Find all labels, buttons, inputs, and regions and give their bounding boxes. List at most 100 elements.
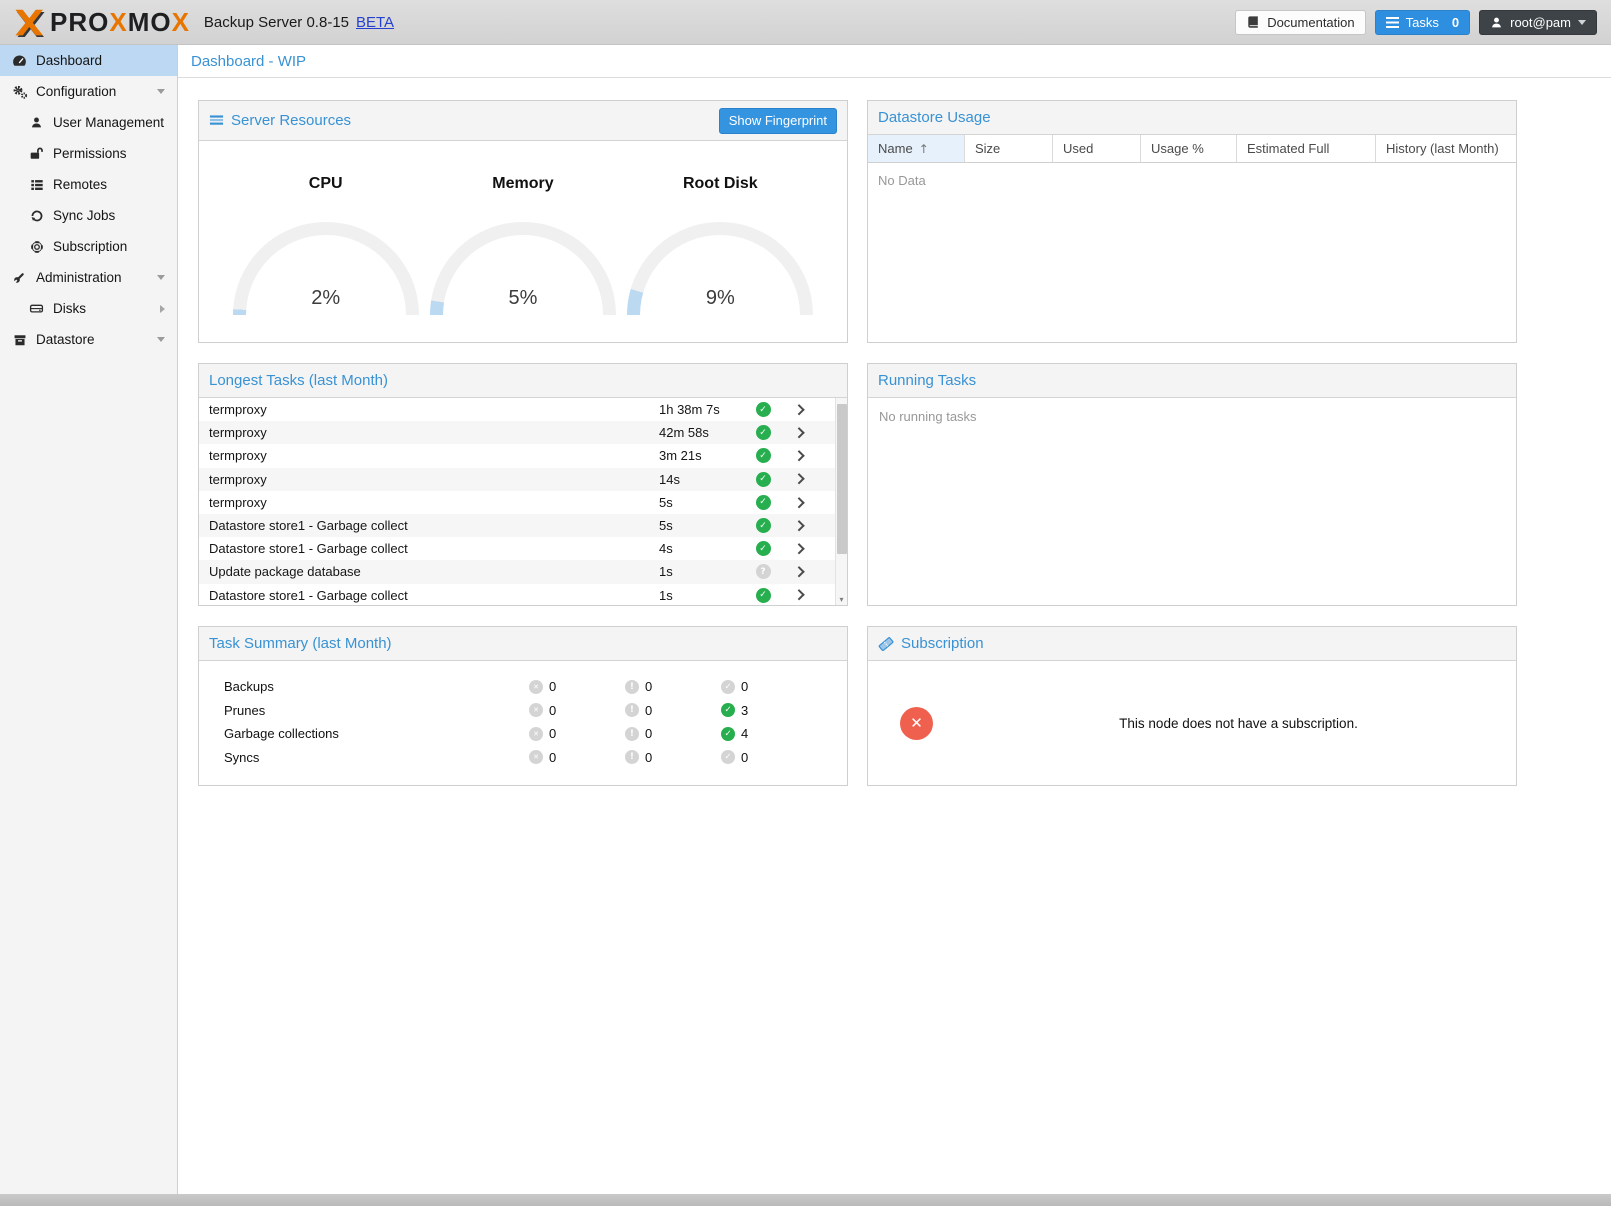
task-row[interactable]: Datastore store1 - Garbage collect5s [199, 514, 835, 537]
unlock-icon [27, 146, 46, 161]
proxmox-logo: PROXMOX [10, 7, 190, 38]
task-status-icon [756, 564, 771, 579]
longest-tasks-panel: Longest Tasks (last Month) termproxy1h 3… [198, 363, 848, 606]
task-row[interactable]: termproxy42m 58s [199, 421, 835, 444]
tasks-count-badge: 0 [1452, 15, 1459, 30]
ok-count-icon [721, 727, 735, 741]
chevron-right-icon[interactable] [794, 474, 805, 485]
summary-row-syncs: Syncs 0 0 0 [199, 746, 847, 770]
panel-title: Subscription [901, 635, 984, 652]
longest-tasks-header: Longest Tasks (last Month) [199, 364, 847, 398]
chevron-right-icon[interactable] [794, 427, 805, 438]
scrollbar-thumb[interactable] [837, 404, 847, 554]
task-status-icon [756, 588, 771, 603]
chevron-right-icon[interactable] [794, 520, 805, 531]
warning-count-icon [625, 727, 639, 741]
scrollbar[interactable]: ▾ [835, 398, 847, 605]
chevron-right-icon[interactable] [794, 590, 805, 601]
task-summary-header: Task Summary (last Month) [199, 627, 847, 661]
sidebar-item-sync-jobs[interactable]: Sync Jobs [0, 200, 177, 231]
window-bottom-edge [0, 1194, 1611, 1206]
chevron-right-icon[interactable] [160, 305, 165, 313]
subscription-header: Subscription [868, 627, 1516, 661]
column-header-history[interactable]: History (last Month) [1376, 135, 1516, 162]
task-status-icon [756, 425, 771, 440]
tachometer-icon [10, 53, 29, 68]
task-row[interactable]: termproxy1h 38m 7s [199, 398, 835, 421]
chevron-right-icon[interactable] [794, 543, 805, 554]
product-version-label: Backup Server 0.8-15 [204, 14, 349, 31]
documentation-button[interactable]: Documentation [1235, 10, 1365, 35]
root-disk-gauge: Root Disk 9% [627, 175, 813, 315]
gears-icon [10, 84, 29, 100]
task-status-icon [756, 472, 771, 487]
sidebar-item-dashboard[interactable]: Dashboard [0, 45, 177, 76]
datastore-usage-table-header: Name↑ Size Used Usage % Estimated Full H… [868, 135, 1516, 163]
column-header-estimated-full[interactable]: Estimated Full [1237, 135, 1376, 162]
root-disk-gauge-value: 9% [627, 287, 813, 310]
sidebar-item-user-management[interactable]: User Management [0, 107, 177, 138]
warning-count-icon [625, 750, 639, 764]
task-status-icon [756, 402, 771, 417]
column-header-used[interactable]: Used [1053, 135, 1141, 162]
column-header-size[interactable]: Size [965, 135, 1053, 162]
ok-count-icon [721, 703, 735, 717]
task-row[interactable]: termproxy14s [199, 468, 835, 491]
sidebar-item-configuration[interactable]: Configuration [0, 76, 177, 107]
book-icon [1246, 15, 1260, 29]
task-status-icon [756, 495, 771, 510]
top-header: PROXMOX Backup Server 0.8-15 BETA Docume… [0, 0, 1611, 45]
error-count-icon [529, 680, 543, 694]
scrollbar-down-arrow[interactable]: ▾ [836, 595, 847, 605]
column-header-usage-pct[interactable]: Usage % [1141, 135, 1237, 162]
warning-count-icon [625, 680, 639, 694]
chevron-down-icon[interactable] [157, 337, 165, 342]
error-count-icon [529, 750, 543, 764]
task-row[interactable]: Update package database1s [199, 560, 835, 583]
sidebar-item-datastore[interactable]: Datastore [0, 324, 177, 355]
task-row[interactable]: Datastore store1 - Garbage collect4s [199, 537, 835, 560]
column-header-name[interactable]: Name↑ [868, 135, 965, 162]
ticket-icon [878, 636, 894, 652]
sidebar-item-subscription[interactable]: Subscription [0, 231, 177, 262]
ok-count-icon [721, 750, 735, 764]
proxmox-backup-dashboard: PROXMOX Backup Server 0.8-15 BETA Docume… [0, 0, 1611, 1206]
summary-row-prunes: Prunes 0 0 3 [199, 699, 847, 723]
sidebar-item-disks[interactable]: Disks [0, 293, 177, 324]
chevron-right-icon[interactable] [794, 404, 805, 415]
proxmox-x-logo-icon [10, 8, 46, 37]
main-content: Server Resources Show Fingerprint CPU 2%… [178, 78, 1611, 1206]
task-row[interactable]: termproxy3m 21s [199, 444, 835, 467]
running-tasks-panel: Running Tasks No running tasks [867, 363, 1517, 606]
summary-row-garbage-collections: Garbage collections 0 0 4 [199, 722, 847, 746]
user-menu-button[interactable]: root@pam [1479, 10, 1597, 35]
no-data-text: No Data [868, 163, 1516, 188]
sort-ascending-icon: ↑ [919, 142, 929, 156]
wrench-icon [10, 270, 29, 285]
logo-wordmark: PROXMOX [50, 7, 190, 38]
server-resources-header: Server Resources Show Fingerprint [199, 101, 847, 141]
memory-gauge: Memory 5% [430, 175, 616, 315]
panel-title: Running Tasks [878, 372, 976, 389]
chevron-down-icon[interactable] [157, 275, 165, 280]
life-ring-icon [27, 240, 46, 254]
show-fingerprint-button[interactable]: Show Fingerprint [719, 108, 837, 134]
task-status-icon [756, 448, 771, 463]
chevron-down-icon[interactable] [157, 89, 165, 94]
chevron-right-icon[interactable] [794, 497, 805, 508]
sidebar-item-remotes[interactable]: Remotes [0, 169, 177, 200]
no-subscription-icon: ✕ [900, 707, 933, 740]
no-running-tasks-text: No running tasks [868, 398, 1516, 424]
sidebar-item-administration[interactable]: Administration [0, 262, 177, 293]
sidebar-item-permissions[interactable]: Permissions [0, 138, 177, 169]
beta-link[interactable]: BETA [356, 14, 394, 31]
archive-box-icon [10, 333, 29, 347]
task-row[interactable]: termproxy5s [199, 491, 835, 514]
task-row[interactable]: Datastore store1 - Garbage collect1s [199, 584, 835, 606]
running-tasks-header: Running Tasks [868, 364, 1516, 398]
tasks-button[interactable]: Tasks 0 [1375, 10, 1470, 35]
user-icon [1490, 16, 1503, 29]
server-list-icon [27, 178, 46, 192]
chevron-right-icon[interactable] [794, 451, 805, 462]
chevron-right-icon[interactable] [794, 567, 805, 578]
